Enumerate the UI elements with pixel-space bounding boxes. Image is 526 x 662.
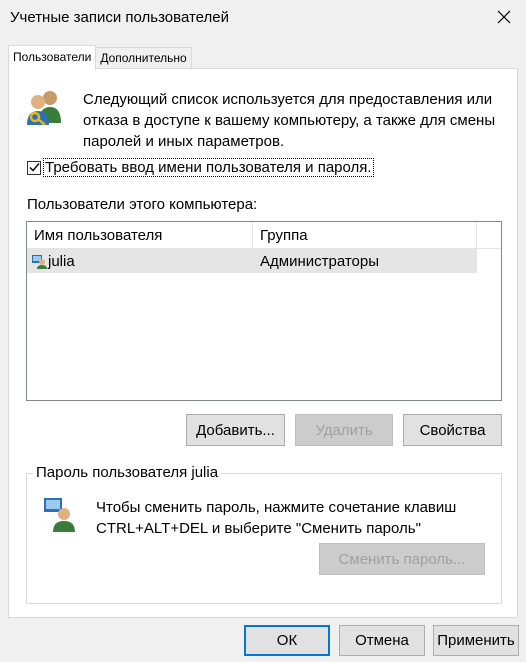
close-button[interactable] <box>490 4 518 30</box>
remove-user-button[interactable]: Удалить <box>295 414 393 446</box>
require-login-checkbox[interactable] <box>27 160 41 175</box>
row-group: Администраторы <box>260 252 380 270</box>
window-title: Учетные записи пользователей <box>10 9 229 26</box>
users-icon <box>27 91 61 126</box>
column-header-group[interactable]: Группа <box>253 222 477 248</box>
require-login-row[interactable]: Требовать ввод имени пользователя и паро… <box>27 158 374 177</box>
cancel-button[interactable]: Отмена <box>339 625 425 656</box>
tab-users[interactable]: Пользователи <box>8 45 97 70</box>
user-icon <box>32 255 47 269</box>
user-key-icon <box>44 498 75 532</box>
users-tab-panel: Следующий список используется для предос… <box>8 68 518 618</box>
password-group: Пароль пользователя julia Чтобы сменить … <box>26 464 502 604</box>
password-group-title: Пароль пользователя julia <box>33 464 222 481</box>
change-password-button[interactable]: Сменить пароль... <box>319 543 485 575</box>
users-listview[interactable]: Имя пользователя Группа julia Администра… <box>26 221 502 401</box>
require-login-label[interactable]: Требовать ввод имени пользователя и паро… <box>43 158 374 177</box>
table-row[interactable]: julia Администраторы <box>27 249 477 273</box>
column-header-username[interactable]: Имя пользователя <box>27 222 253 248</box>
user-accounts-window: Учетные записи пользователей Пользовател… <box>0 0 526 662</box>
users-list-label: Пользователи этого компьютера: <box>27 196 258 213</box>
tab-advanced[interactable]: Дополнительно <box>95 47 192 69</box>
properties-button[interactable]: Свойства <box>403 414 502 446</box>
row-username-cell: julia <box>27 253 253 270</box>
intro-description: Следующий список используется для предос… <box>83 91 496 150</box>
close-icon <box>497 10 511 24</box>
tab-strip: Пользователи Дополнительно <box>8 45 192 70</box>
ok-button[interactable]: ОК <box>244 625 330 656</box>
checkmark-icon <box>29 163 40 172</box>
listview-header: Имя пользователя Группа <box>27 222 501 249</box>
apply-button[interactable]: Применить <box>433 625 519 656</box>
password-instructions: Чтобы сменить пароль, нажмите сочетание … <box>96 499 457 537</box>
add-user-button[interactable]: Добавить... <box>186 414 285 446</box>
row-username: julia <box>48 252 75 270</box>
